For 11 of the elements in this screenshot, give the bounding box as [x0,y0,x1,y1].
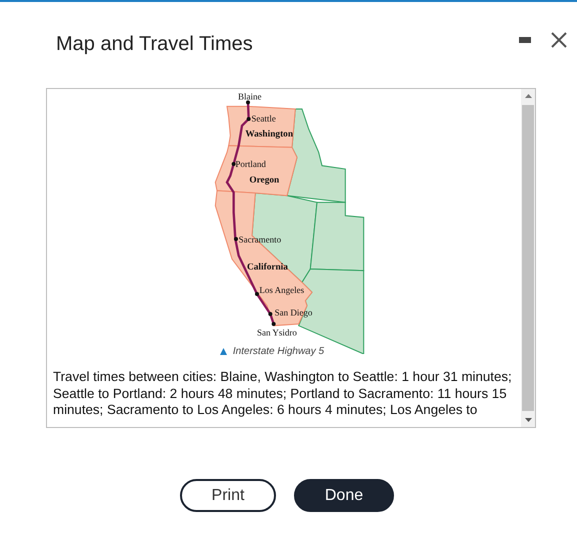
print-button[interactable]: Print [180,479,276,512]
close-button[interactable] [549,30,569,50]
scroll-up-icon[interactable] [524,94,532,98]
travel-times-text: Travel times between cities: Blaine, Washington to Seattle: 1 hour 31 minutes; Seattle to Portland: 2 hours 48 minutes; Portland to Sacramento: 11 hours 15 minutes; Sacramento to Los Angeles: 6 hours 4 minutes; Los Angeles to [53,369,513,418]
triangle-icon [220,348,227,355]
scrollbar[interactable] [521,89,535,427]
scroll-down-icon[interactable] [524,418,532,422]
done-button[interactable]: Done [294,479,394,512]
map-legend: Interstate Highway 5 [232,346,324,357]
minimize-icon [519,37,531,43]
dialog-title: Map and Travel Times [56,33,253,56]
